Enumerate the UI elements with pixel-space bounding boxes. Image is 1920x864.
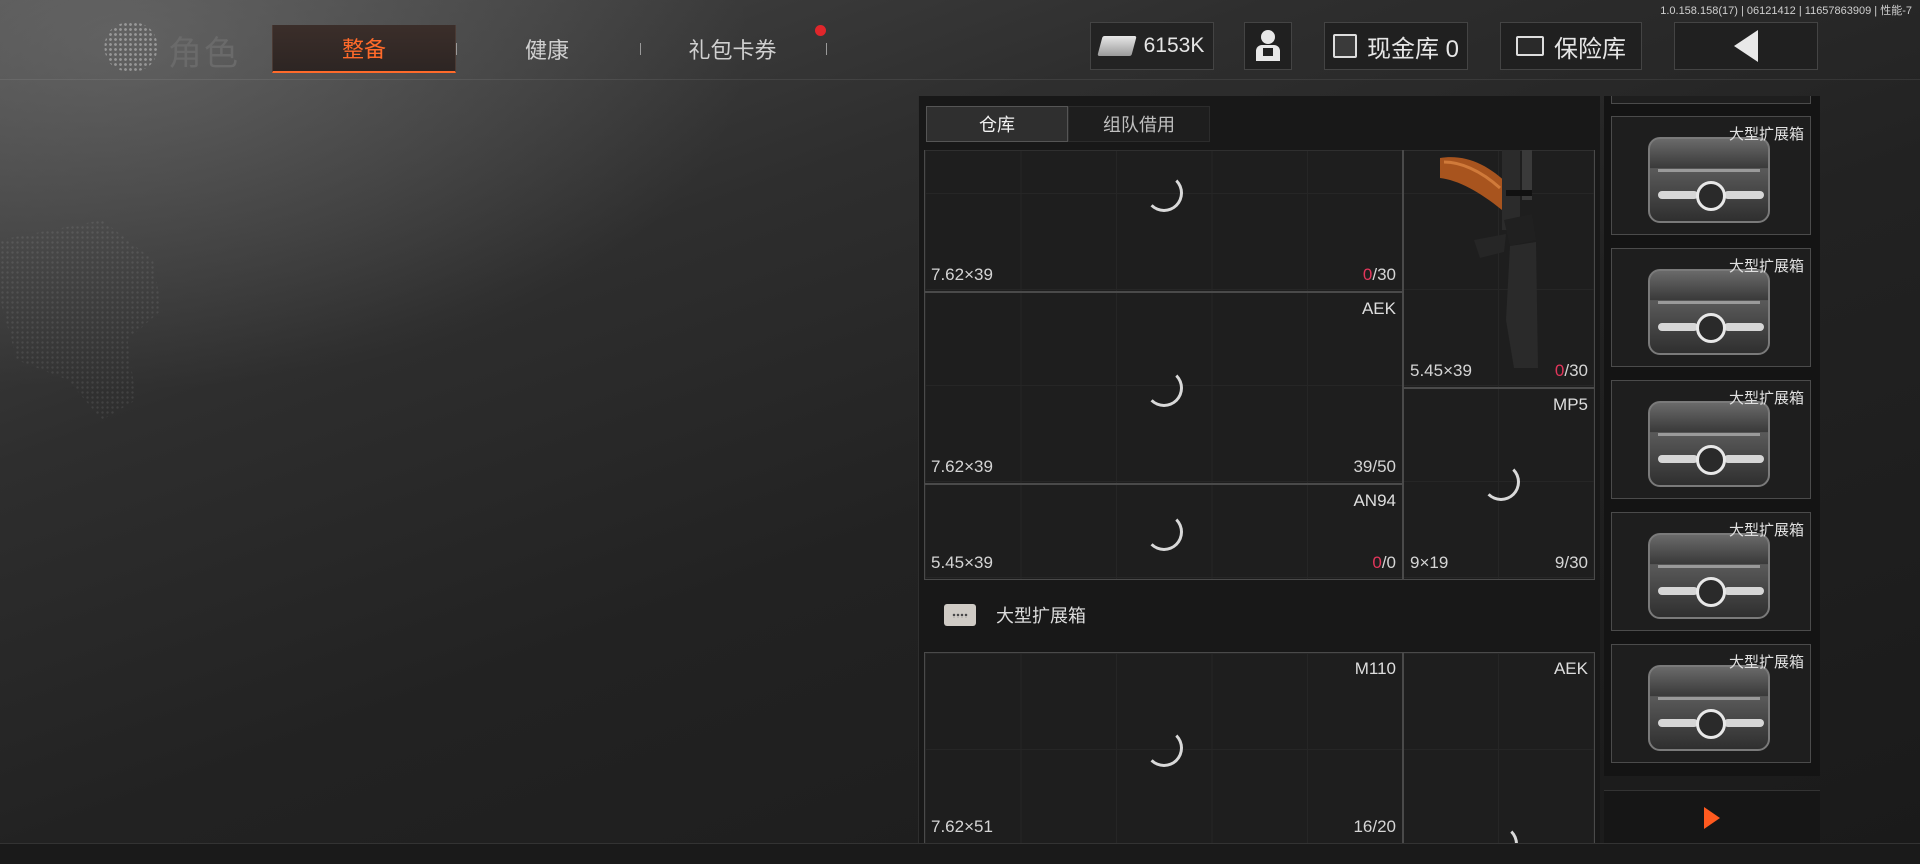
ammo-count: 0/30 — [1362, 265, 1396, 284]
crate-image — [1648, 137, 1770, 223]
weapon-name: MP5 — [1553, 395, 1588, 414]
weapon-slot[interactable]: MP5 9×19 9/30 — [1403, 388, 1595, 580]
currency-display[interactable]: 6153K — [1090, 22, 1214, 70]
tab-gift-coupons[interactable]: 礼包卡券 — [655, 25, 810, 73]
notification-dot — [815, 25, 826, 36]
cash-stack-icon — [1096, 36, 1137, 56]
divider — [640, 43, 641, 55]
cash-vault-label: 现金库 0 — [1366, 35, 1459, 63]
cash-vault-button[interactable]: 现金库 0 — [1324, 22, 1468, 70]
container-slot[interactable]: 大型扩展箱 — [1611, 116, 1811, 235]
weapon-slot[interactable]: M110 7.62×51 16/20 — [924, 652, 1403, 844]
safe-box-label: 保险库 — [1554, 35, 1626, 63]
tab-team-borrow[interactable]: 组队借用 — [1068, 106, 1210, 142]
crate-icon — [944, 604, 976, 626]
container-label: 大型扩展箱 — [1728, 257, 1804, 275]
loading-spinner-icon — [1145, 369, 1183, 407]
weapon-slot[interactable]: AEK — [1403, 652, 1595, 863]
loading-spinner-icon — [1482, 463, 1520, 501]
rifle-image — [1440, 150, 1538, 368]
weapon-slot[interactable]: AN94 5.45×39 0/0 — [924, 484, 1403, 580]
vault-icon — [1332, 34, 1357, 58]
ammo-type: 7.62×39 — [931, 457, 993, 476]
weapon-name: AN94 — [1353, 491, 1396, 510]
container-label: 大型扩展箱 — [1728, 521, 1804, 539]
tab-loadout[interactable]: 整备 — [272, 25, 456, 73]
weapon-slot[interactable]: AEK 7.62×39 39/50 — [924, 292, 1403, 484]
divider — [826, 43, 827, 55]
loading-spinner-icon — [1145, 729, 1183, 767]
loading-spinner-icon — [1145, 513, 1183, 551]
container-label: 大型扩展箱 — [1728, 653, 1804, 671]
profile-button[interactable] — [1244, 22, 1292, 70]
top-bar: 角色 整备 健康 礼包卡券 6153K 现金库 0 保险库 — [0, 0, 1920, 80]
divider — [456, 43, 457, 55]
back-button[interactable] — [1674, 22, 1818, 70]
section-header[interactable]: 大型扩展箱 — [918, 594, 1600, 636]
tab-health[interactable]: 健康 — [470, 25, 624, 73]
bottom-bar — [0, 843, 1920, 864]
section-label: 大型扩展箱 — [996, 606, 1086, 627]
next-page-button[interactable] — [1604, 790, 1820, 844]
safe-box-button[interactable]: 保险库 — [1500, 22, 1642, 70]
container-slot[interactable]: 大型扩展箱 — [1611, 644, 1811, 763]
container-slot[interactable]: 大型扩展箱 — [1611, 512, 1811, 631]
play-arrow-icon — [1704, 806, 1720, 829]
ammo-count: 16/20 — [1353, 817, 1396, 836]
loading-spinner-icon — [1145, 174, 1183, 212]
globe-icon — [104, 22, 158, 72]
ammo-type: 5.45×39 — [931, 553, 993, 572]
container-slot-edge — [1611, 96, 1811, 104]
container-slot[interactable]: 大型扩展箱 — [1611, 248, 1811, 367]
ammo-type: 9×19 — [1410, 553, 1449, 572]
weapon-name: AEK — [1553, 659, 1588, 678]
chevron-left-icon — [1734, 30, 1758, 62]
ammo-type: 7.62×51 — [931, 817, 993, 836]
weapon-slot[interactable]: 7.62×39 0/30 — [924, 150, 1403, 292]
container-label: 大型扩展箱 — [1728, 125, 1804, 143]
inventory-subtabs: 仓库 组队借用 — [926, 106, 1210, 142]
container-label: 大型扩展箱 — [1728, 389, 1804, 407]
ammo-count: 9/30 — [1554, 553, 1588, 572]
weapon-name: M110 — [1354, 659, 1396, 678]
currency-value: 6153K — [1143, 34, 1205, 57]
container-slot[interactable]: 大型扩展箱 — [1611, 380, 1811, 499]
ammo-count: 39/50 — [1353, 457, 1396, 476]
crate-image — [1648, 269, 1770, 355]
weapon-name: AEK — [1361, 299, 1396, 318]
ammo-count: 0/0 — [1372, 553, 1396, 572]
ammo-type: 7.62×39 — [931, 265, 993, 284]
safe-icon — [1516, 36, 1544, 56]
crate-image — [1648, 533, 1770, 619]
crate-image — [1648, 665, 1770, 751]
page-title: 角色 — [168, 34, 240, 74]
tab-warehouse[interactable]: 仓库 — [926, 106, 1068, 142]
operator-icon — [1254, 30, 1282, 62]
crate-image — [1648, 401, 1770, 487]
